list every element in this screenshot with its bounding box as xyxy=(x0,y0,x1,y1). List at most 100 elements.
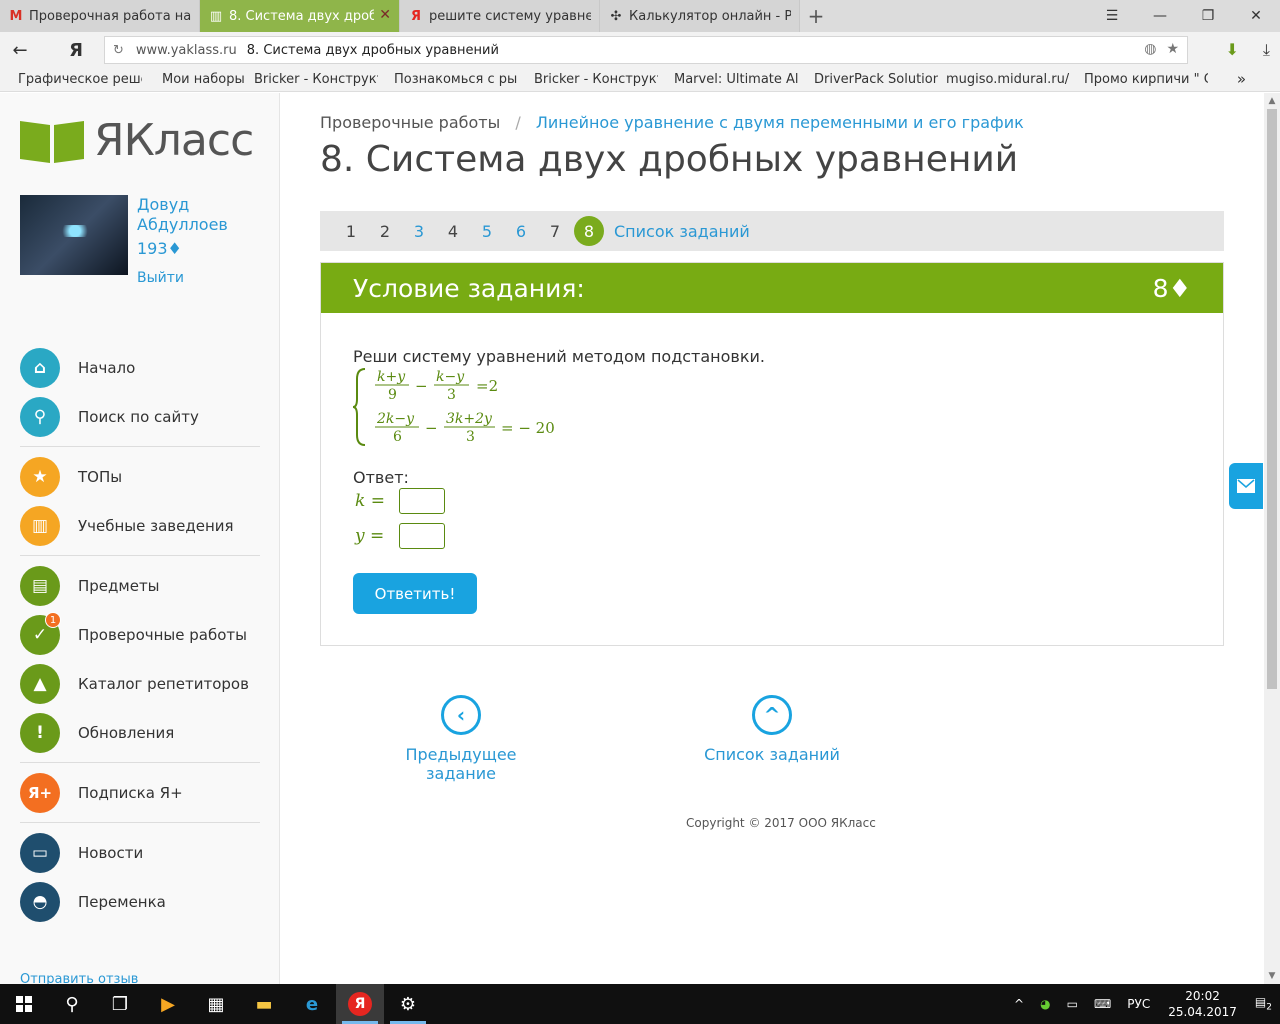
search-icon[interactable]: ⚲ xyxy=(48,984,96,1024)
task-list-link[interactable]: Список заданий xyxy=(614,222,750,241)
answer-y-row: y = xyxy=(355,523,445,549)
task-view-icon[interactable]: ❐ xyxy=(96,984,144,1024)
bookmark-item[interactable]: Графическое решение xyxy=(18,72,142,87)
minimize-button[interactable]: — xyxy=(1136,0,1184,32)
display-icon[interactable]: ▭ xyxy=(1067,997,1078,1011)
tab-yandex-search[interactable]: Я решите систему уравнений xyxy=(400,0,600,32)
bookmark-item[interactable]: Bricker - Конструктор xyxy=(254,72,378,87)
sidebar-item-break[interactable]: ◓ Переменка xyxy=(20,877,260,926)
reload-icon[interactable]: ↻ xyxy=(113,43,124,58)
notifications-icon[interactable]: ▤2 xyxy=(1255,995,1272,1012)
page-4[interactable]: 4 xyxy=(436,222,470,241)
avatar[interactable] xyxy=(20,195,128,275)
user-name[interactable]: Довуд Абдуллоев xyxy=(137,195,257,235)
bookmark-item[interactable]: Промо кирпичи " Офи xyxy=(1084,72,1208,87)
sidebar-item-label: Предметы xyxy=(78,576,160,595)
sidebar-item-tutors[interactable]: ▲ Каталог репетиторов xyxy=(20,659,260,708)
keyboard-icon[interactable]: ⌨ xyxy=(1094,997,1111,1011)
bookmark-item[interactable]: mugiso.midural.ru/igs xyxy=(946,72,1070,87)
sidebar-item-label: Новости xyxy=(78,843,144,862)
protect-icon[interactable]: ◍ xyxy=(1144,41,1156,57)
sidebar-item-tests[interactable]: ✓ 1 Проверочные работы xyxy=(20,610,260,659)
clock-time: 20:02 xyxy=(1185,989,1220,1003)
yandex-browser-icon[interactable]: Я xyxy=(336,984,384,1024)
page-scrollbar[interactable]: ▲ ▼ xyxy=(1264,93,1280,984)
chevron-left-icon: ‹ xyxy=(441,695,481,735)
sidebar-item-search[interactable]: ⚲ Поиск по сайту xyxy=(20,392,260,441)
sidebar-item-tops[interactable]: ★ ТОПы xyxy=(20,452,260,501)
page-2[interactable]: 2 xyxy=(368,222,402,241)
feedback-mail-button[interactable] xyxy=(1229,463,1263,509)
eq2-denominator-1: 6 xyxy=(393,429,402,445)
address-row: ← Я ↻ www.yaklass.ru 8. Система двух дро… xyxy=(0,32,1280,68)
file-explorer-icon[interactable]: ▬ xyxy=(240,984,288,1024)
bookmark-item[interactable]: Мои наборы xyxy=(162,72,254,87)
submit-answer-button[interactable]: Ответить! xyxy=(353,573,477,614)
bookmark-item[interactable]: Познакомься с рыцарем xyxy=(394,72,518,87)
breadcrumb: Проверочные работы / Линейное уравнение … xyxy=(320,113,1024,132)
task-list-bottom-link[interactable]: ^ Список заданий xyxy=(692,695,852,764)
back-button[interactable]: ← xyxy=(0,32,40,68)
bookmark-star-icon[interactable]: ★ xyxy=(1166,41,1179,57)
chevron-up-icon: ^ xyxy=(752,695,792,735)
bookmark-item[interactable]: Marvel: Ultimate Alliance xyxy=(674,72,798,87)
task-text: Реши систему уравнений методом подстанов… xyxy=(353,347,765,366)
user-points: 193♦ xyxy=(137,239,182,258)
restore-button[interactable]: ❐ xyxy=(1184,0,1232,32)
windows-start-icon[interactable] xyxy=(0,984,48,1024)
previous-task-link[interactable]: ‹ Предыдущее задание xyxy=(371,695,551,783)
scroll-down-arrow-icon[interactable]: ▼ xyxy=(1264,968,1280,984)
logout-link[interactable]: Выйти xyxy=(137,270,184,286)
close-window-button[interactable]: ✕ xyxy=(1232,0,1280,32)
sidebar-item-schools[interactable]: ▥ Учебные заведения xyxy=(20,501,260,550)
store-icon[interactable]: ▦ xyxy=(192,984,240,1024)
close-tab-icon[interactable]: ✕ xyxy=(379,7,391,23)
sidebar-item-updates[interactable]: ! Обновления xyxy=(20,708,260,757)
menu-icon[interactable]: ☰ xyxy=(1088,0,1136,32)
yandex-home-button[interactable]: Я xyxy=(58,40,94,61)
clock[interactable]: 20:02 25.04.2017 xyxy=(1168,988,1237,1020)
downloads-icon[interactable]: ⤓ xyxy=(1263,40,1270,60)
internet-explorer-icon[interactable]: e xyxy=(288,984,336,1024)
eq1-rhs: =2 xyxy=(476,377,498,395)
sidebar-item-subscription[interactable]: Я+ Подписка Я+ xyxy=(20,768,260,817)
chevron-up-icon[interactable]: ^ xyxy=(1014,997,1024,1011)
building-icon: ▥ xyxy=(20,505,60,546)
extension-icon[interactable]: ⬇ xyxy=(1226,40,1239,60)
bookmark-item[interactable]: Bricker - Конструктор xyxy=(534,72,658,87)
tab-system-equations[interactable]: ▥ 8. Система двух дробных уравнений ✕ xyxy=(200,0,400,32)
bookmark-item[interactable]: DriverPack Solution – xyxy=(814,72,938,87)
media-player-icon[interactable]: ▶ xyxy=(144,984,192,1024)
breadcrumb-root[interactable]: Проверочные работы xyxy=(320,113,500,132)
network-icon[interactable]: ◕ xyxy=(1040,997,1050,1011)
scroll-up-arrow-icon[interactable]: ▲ xyxy=(1264,93,1280,109)
address-bar[interactable]: ↻ www.yaklass.ru 8. Система двух дробных… xyxy=(104,36,1188,64)
logo-text: ЯКласс xyxy=(94,115,254,166)
breadcrumb-link[interactable]: Линейное уравнение с двумя переменными и… xyxy=(536,113,1024,132)
k-input[interactable] xyxy=(399,488,445,514)
feedback-link[interactable]: Отправить отзыв xyxy=(20,972,138,984)
page-1[interactable]: 1 xyxy=(334,222,368,241)
divider xyxy=(20,822,260,823)
page-5[interactable]: 5 xyxy=(470,222,504,241)
sidebar-item-subjects[interactable]: ▤ Предметы xyxy=(20,561,260,610)
address-domain: www.yaklass.ru xyxy=(135,42,237,58)
tab-calculator[interactable]: ✣ Калькулятор онлайн - Решение xyxy=(600,0,800,32)
scrollbar-thumb[interactable] xyxy=(1267,109,1277,689)
ya-plus-icon: Я+ xyxy=(20,772,60,813)
page-8-current: 8 xyxy=(574,216,604,246)
tab-yaklass-test[interactable]: M Проверочная работа на ЯКласс xyxy=(0,0,200,32)
page-6[interactable]: 6 xyxy=(504,222,538,241)
logo[interactable]: ЯКласс xyxy=(20,115,254,166)
page-3[interactable]: 3 xyxy=(402,222,436,241)
sidebar-item-news[interactable]: ▭ Новости xyxy=(20,828,260,877)
new-tab-button[interactable]: + xyxy=(800,0,832,32)
keyboard-language[interactable]: РУС xyxy=(1127,997,1150,1011)
more-bookmarks-button[interactable]: » xyxy=(1237,70,1246,88)
page-7[interactable]: 7 xyxy=(538,222,572,241)
calculator-icon: ✣ xyxy=(610,8,622,24)
sidebar-item-home[interactable]: ⌂ Начало xyxy=(20,343,260,392)
settings-gear-icon[interactable]: ⚙ xyxy=(384,984,432,1024)
y-input[interactable] xyxy=(399,523,445,549)
tab-label: Проверочная работа на ЯКласс xyxy=(29,8,191,24)
